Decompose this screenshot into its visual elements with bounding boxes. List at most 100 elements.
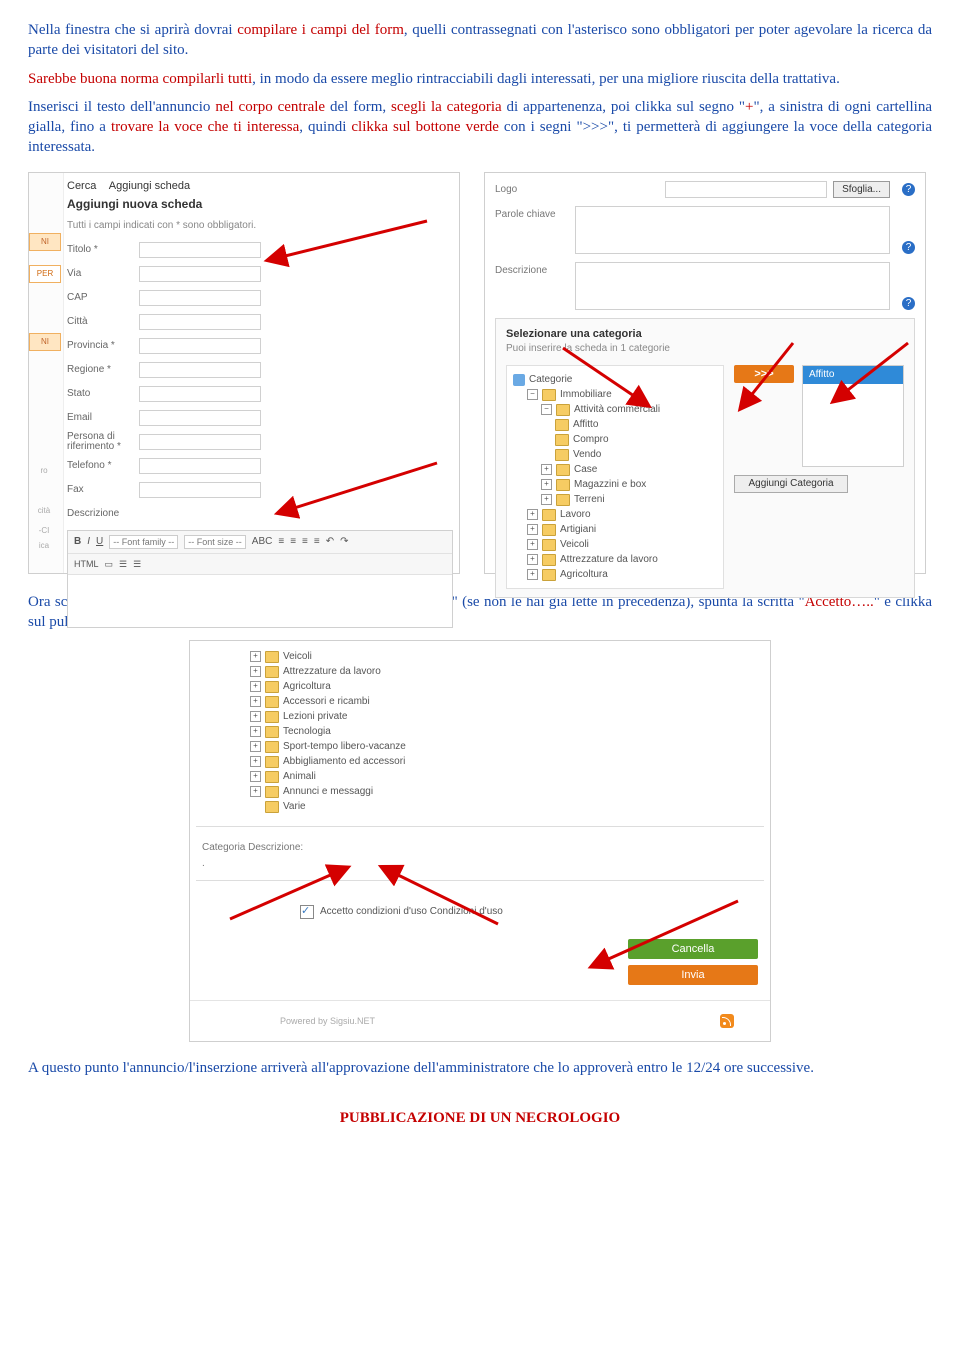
align-icon[interactable]: ≡	[314, 535, 320, 549]
expand-icon[interactable]: +	[527, 524, 538, 535]
expand-icon[interactable]: +	[541, 464, 552, 475]
accept-checkbox[interactable]	[300, 905, 314, 919]
selected-category-item[interactable]: Affitto	[803, 366, 903, 384]
editor-italic[interactable]: I	[87, 535, 90, 549]
editor-bold[interactable]: B	[74, 535, 81, 549]
input-email[interactable]	[139, 410, 261, 426]
tab-add-card[interactable]: Aggiungi scheda	[109, 180, 190, 192]
align-icon[interactable]: ≡	[290, 535, 296, 549]
label-logo: Logo	[495, 181, 575, 197]
folder-icon	[265, 726, 279, 738]
editor-font-family[interactable]: -- Font family --	[109, 535, 178, 549]
form-title: Aggiungi nuova scheda	[67, 196, 453, 212]
editor-abc[interactable]: ABC	[252, 535, 273, 549]
label-descrizione: Descrizione	[67, 507, 139, 521]
folder-icon	[542, 569, 556, 581]
input-stato[interactable]	[139, 386, 261, 402]
folder-icon	[556, 479, 570, 491]
align-icon[interactable]: ≡	[302, 535, 308, 549]
list-ul-icon[interactable]: ☰	[119, 558, 127, 570]
expand-icon[interactable]: +	[527, 509, 538, 520]
help-icon[interactable]: ?	[902, 297, 915, 310]
rich-text-editor[interactable]: B I U -- Font family -- -- Font size -- …	[67, 530, 453, 628]
move-right-button[interactable]: >>>	[734, 365, 794, 383]
format-icon[interactable]: ▭	[105, 558, 114, 570]
undo-icon[interactable]: ↶	[326, 535, 334, 549]
input-fax[interactable]	[139, 482, 261, 498]
category-tree[interactable]: Categorie −Immobiliare −Attività commerc…	[506, 365, 724, 589]
folder-icon	[542, 524, 556, 536]
input-cap[interactable]	[139, 290, 261, 306]
input-titolo[interactable]	[139, 242, 261, 258]
folder-icon	[542, 389, 556, 401]
rss-icon[interactable]	[720, 1014, 734, 1028]
editor-underline[interactable]: U	[96, 535, 103, 549]
help-icon[interactable]: ?	[902, 183, 915, 196]
collapse-icon[interactable]: −	[527, 389, 538, 400]
folder-icon	[556, 464, 570, 476]
folder-icon	[542, 509, 556, 521]
expand-icon[interactable]: +	[250, 711, 261, 722]
collapse-icon[interactable]: −	[541, 404, 552, 415]
expand-icon[interactable]: +	[541, 479, 552, 490]
editor-html[interactable]: HTML	[74, 558, 99, 570]
category-description-value: .	[190, 857, 770, 873]
label-stato: Stato	[67, 387, 139, 401]
label-via: Via	[67, 267, 139, 281]
expand-icon[interactable]: +	[250, 681, 261, 692]
section-heading: PUBBLICAZIONE DI UN NECROLOGIO	[28, 1108, 932, 1128]
label-fax: Fax	[67, 483, 139, 497]
root-icon	[513, 374, 525, 386]
mini-sidebar: NI PER NI ro cità -CI ica	[29, 173, 64, 573]
expand-icon[interactable]: +	[541, 494, 552, 505]
selected-categories-box: Affitto	[802, 365, 904, 467]
accept-label[interactable]: Accetto condizioni d'uso Condizioni d'us…	[320, 905, 503, 919]
input-logo-path[interactable]	[665, 181, 827, 198]
textarea-keywords[interactable]	[575, 206, 890, 254]
expand-icon[interactable]: +	[250, 771, 261, 782]
form-tabs: Cerca Aggiungi scheda	[67, 179, 453, 194]
category-subtitle: Puoi inserire la scheda in 1 categorie	[506, 342, 904, 356]
expand-icon[interactable]: +	[250, 666, 261, 677]
label-regione: Regione *	[67, 363, 139, 377]
expand-icon[interactable]: +	[250, 651, 261, 662]
expand-icon[interactable]: +	[250, 741, 261, 752]
divider	[196, 826, 764, 827]
redo-icon[interactable]: ↷	[340, 535, 348, 549]
submit-button[interactable]: Invia	[628, 965, 758, 985]
folder-icon	[265, 741, 279, 753]
folder-icon	[542, 554, 556, 566]
expand-icon[interactable]: +	[527, 554, 538, 565]
input-via[interactable]	[139, 266, 261, 282]
textarea-descr[interactable]	[575, 262, 890, 310]
tab-search[interactable]: Cerca	[67, 180, 96, 192]
label-provincia: Provincia *	[67, 339, 139, 353]
expand-icon[interactable]: +	[250, 726, 261, 737]
input-provincia[interactable]	[139, 338, 261, 354]
folder-icon	[555, 434, 569, 446]
expand-icon[interactable]: +	[527, 569, 538, 580]
list-ol-icon[interactable]: ☰	[133, 558, 141, 570]
expand-icon[interactable]: +	[527, 539, 538, 550]
required-note: Tutti i campi indicati con * sono obblig…	[67, 219, 453, 233]
input-telefono[interactable]	[139, 458, 261, 474]
input-regione[interactable]	[139, 362, 261, 378]
align-icon[interactable]: ≡	[278, 535, 284, 549]
folder-icon	[265, 651, 279, 663]
browse-button[interactable]: Sfoglia...	[833, 181, 890, 199]
folder-icon	[555, 449, 569, 461]
category-panel: Selezionare una categoria Puoi inserire …	[495, 318, 915, 598]
input-citta[interactable]	[139, 314, 261, 330]
editor-font-size[interactable]: -- Font size --	[184, 535, 246, 549]
category-tree-continued[interactable]: +Veicoli +Attrezzature da lavoro +Agrico…	[190, 641, 770, 818]
cancel-button[interactable]: Cancella	[628, 939, 758, 959]
expand-icon[interactable]: +	[250, 756, 261, 767]
folder-icon	[265, 756, 279, 768]
add-category-button[interactable]: Aggiungi Categoria	[734, 475, 848, 493]
screenshot-footer: Powered by Sigsiu.NET	[190, 1000, 770, 1041]
expand-icon[interactable]: +	[250, 786, 261, 797]
screenshot-category: Logo Sfoglia... ? Parole chiave ? Descri…	[484, 172, 926, 574]
expand-icon[interactable]: +	[250, 696, 261, 707]
help-icon[interactable]: ?	[902, 241, 915, 254]
input-persona[interactable]	[139, 434, 261, 450]
